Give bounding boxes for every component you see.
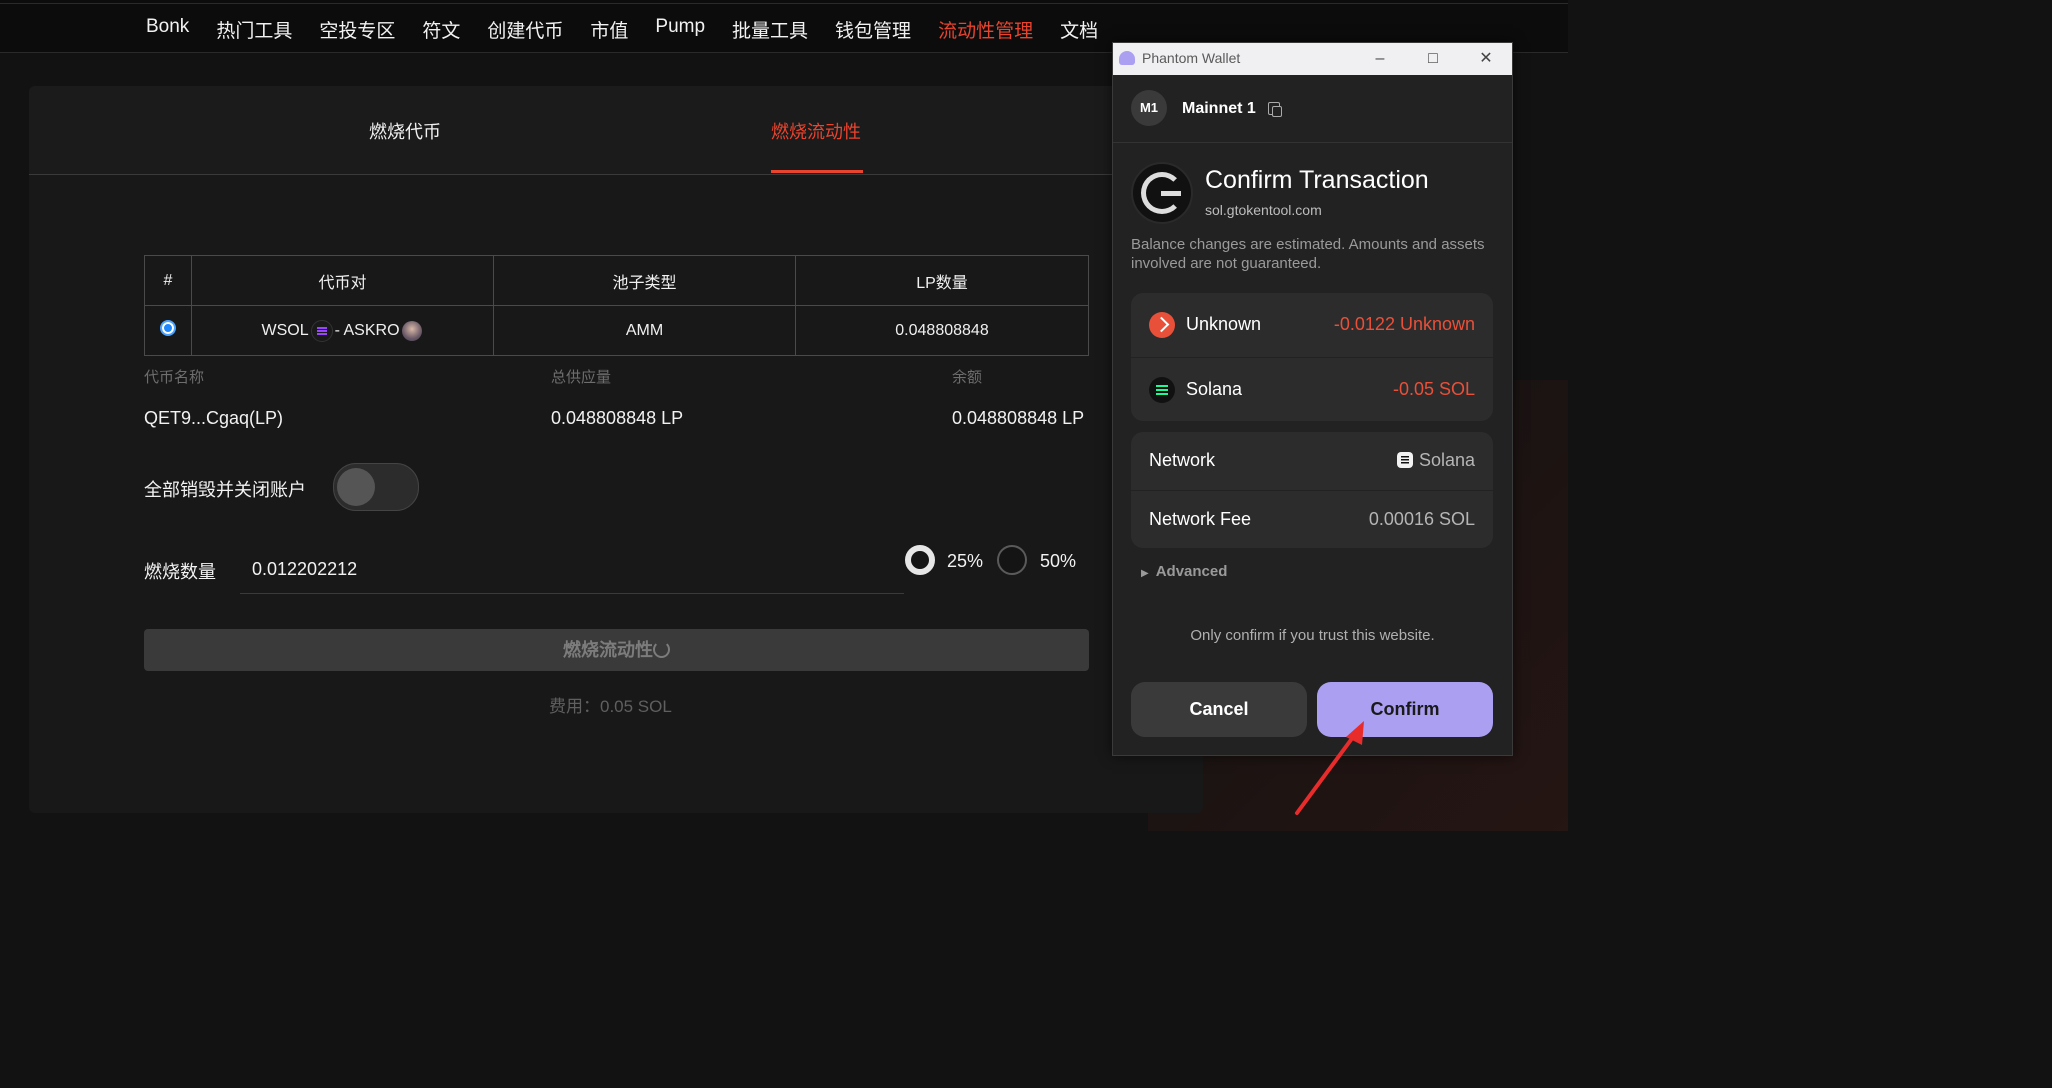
close-all-label: 全部销毁并关闭账户	[144, 480, 306, 500]
nav-item-hot-tools[interactable]: 热门工具	[216, 16, 292, 43]
burn-liquidity-button[interactable]: 燃烧流动性	[144, 629, 1089, 671]
balance-label: 余额	[952, 369, 983, 386]
network-fee-value: 0.00016 SOL	[1368, 509, 1475, 529]
network-label: Network	[1149, 450, 1216, 470]
active-tab-indicator	[771, 170, 863, 173]
pool-type-cell: AMM	[493, 305, 796, 356]
nav-item-runes[interactable]: 符文	[422, 16, 460, 43]
main-nav: Bonk 热门工具 空投专区 符文 创建代币 市值 Pump 批量工具 钱包管理…	[146, 16, 1125, 43]
close-icon[interactable]: ✕	[1471, 47, 1501, 71]
nav-item-wallet-management[interactable]: 钱包管理	[835, 16, 911, 43]
network-value: Solana	[1396, 450, 1475, 471]
percent-25-label[interactable]: 25%	[947, 551, 983, 572]
account-name[interactable]: Mainnet 1	[1182, 100, 1256, 118]
site-logo	[1131, 162, 1193, 224]
col-header-lp-amount: LP数量	[795, 255, 1089, 306]
balance-changes-box: Unknown -0.0122 Unknown Solana -0.05 SOL	[1131, 293, 1493, 421]
solana-icon	[1149, 377, 1175, 403]
percent-25-radio[interactable]	[905, 545, 935, 575]
tab-burn-liquidity[interactable]: 燃烧流动性	[771, 118, 861, 144]
pair-separator: -	[334, 321, 340, 339]
nav-item-market-cap[interactable]: 市值	[590, 16, 628, 43]
nav-item-liquidity-management[interactable]: 流动性管理	[938, 16, 1033, 43]
nav-item-create-token[interactable]: 创建代币	[487, 16, 563, 43]
solana-network-icon	[1396, 452, 1413, 468]
total-supply-label: 总供应量	[551, 369, 612, 386]
col-header-pool-type: 池子类型	[493, 255, 796, 306]
maximize-icon[interactable]: □	[1418, 47, 1448, 71]
tab-burn-token[interactable]: 燃烧代币	[369, 118, 441, 144]
cancel-button[interactable]: Cancel	[1131, 682, 1307, 737]
nav-item-pump[interactable]: Pump	[655, 16, 705, 43]
window-title: Phantom Wallet	[1142, 50, 1241, 66]
balance-change-row: Unknown -0.0122 Unknown	[1131, 293, 1493, 357]
token-name-label: 代币名称	[144, 369, 205, 386]
balance-value: 0.048808848 LP	[952, 408, 1085, 428]
account-avatar[interactable]: M1	[1131, 90, 1167, 126]
nav-item-batch-tools[interactable]: 批量工具	[732, 16, 808, 43]
nav-item-bonk[interactable]: Bonk	[146, 16, 189, 43]
confirm-transaction-title: Confirm Transaction	[1205, 166, 1429, 194]
lp-amount-cell: 0.048808848	[795, 305, 1089, 356]
pool-table: # 代币对 池子类型 LP数量 WSOL - ASKRO AMM 0.048808…	[144, 255, 1089, 356]
phantom-logo-icon	[1119, 51, 1135, 65]
askro-token-icon	[401, 320, 422, 341]
fee-text: 费用：0.05 SOL	[549, 697, 672, 716]
solana-token-icon	[310, 319, 333, 342]
network-fee-row: Network Fee 0.00016 SOL	[1131, 491, 1493, 548]
advanced-toggle[interactable]: ▶ Advanced	[1141, 563, 1227, 580]
minimize-icon[interactable]: –	[1365, 47, 1395, 71]
burn-button-label: 燃烧流动性	[563, 640, 653, 660]
total-supply-value: 0.048808848 LP	[551, 408, 684, 428]
network-row: Network Solana	[1131, 432, 1493, 490]
network-name: Solana	[1418, 450, 1475, 470]
toggle-knob	[337, 468, 375, 506]
change-token-name: Unknown	[1186, 314, 1262, 334]
balance-change-row: Solana -0.05 SOL	[1131, 358, 1493, 421]
burn-amount-underline	[240, 593, 904, 594]
table-header-row: # 代币对 池子类型 LP数量	[144, 255, 1089, 306]
header-divider	[1113, 142, 1512, 143]
burn-amount-label: 燃烧数量	[144, 562, 216, 582]
percent-50-radio[interactable]	[997, 545, 1027, 575]
caret-right-icon: ▶	[1141, 568, 1149, 579]
gtoken-g-bar	[1161, 191, 1181, 196]
nav-item-docs[interactable]: 文档	[1060, 16, 1098, 43]
estimate-warning: Balance changes are estimated. Amounts a…	[1131, 236, 1485, 272]
network-info-box: Network Solana Network Fee 0.00016 SOL	[1131, 432, 1493, 548]
pair-right-token: ASKRO	[343, 321, 400, 339]
col-header-index: #	[144, 255, 192, 306]
change-amount: -0.0122 Unknown	[1333, 314, 1475, 334]
annotation-arrow-icon	[1295, 721, 1364, 815]
col-header-pair: 代币对	[191, 255, 494, 306]
advanced-label: Advanced	[1155, 563, 1228, 580]
network-fee-label: Network Fee	[1149, 509, 1252, 529]
loading-spinner-icon	[653, 641, 670, 658]
token-name-value: QET9...Cgaq(LP)	[144, 408, 284, 428]
row-select-cell[interactable]	[144, 305, 192, 356]
top-divider	[0, 3, 1568, 4]
nav-item-airdrop[interactable]: 空投专区	[319, 16, 395, 43]
burn-amount-input[interactable]: 0.012202212	[252, 559, 357, 580]
site-url: sol.gtokentool.com	[1205, 202, 1322, 218]
row-radio-selected[interactable]	[160, 320, 176, 336]
percent-50-label[interactable]: 50%	[1040, 551, 1076, 572]
trust-notice: Only confirm if you trust this website.	[1190, 627, 1435, 644]
copy-icon[interactable]	[1268, 102, 1282, 117]
pair-left-token: WSOL	[261, 321, 309, 339]
table-row[interactable]: WSOL - ASKRO AMM 0.048808848	[144, 305, 1089, 356]
unknown-token-icon	[1149, 312, 1175, 338]
phantom-wallet-popup: Phantom Wallet – □ ✕ M1 Mainnet 1 Confir…	[1112, 42, 1513, 756]
close-all-toggle[interactable]	[333, 463, 419, 511]
pair-cell: WSOL - ASKRO	[191, 305, 494, 356]
change-token-name: Solana	[1186, 379, 1243, 399]
tab-bar: 燃烧代币 燃烧流动性	[29, 86, 1203, 175]
window-titlebar: Phantom Wallet – □ ✕	[1113, 43, 1512, 75]
change-amount: -0.05 SOL	[1392, 379, 1475, 399]
